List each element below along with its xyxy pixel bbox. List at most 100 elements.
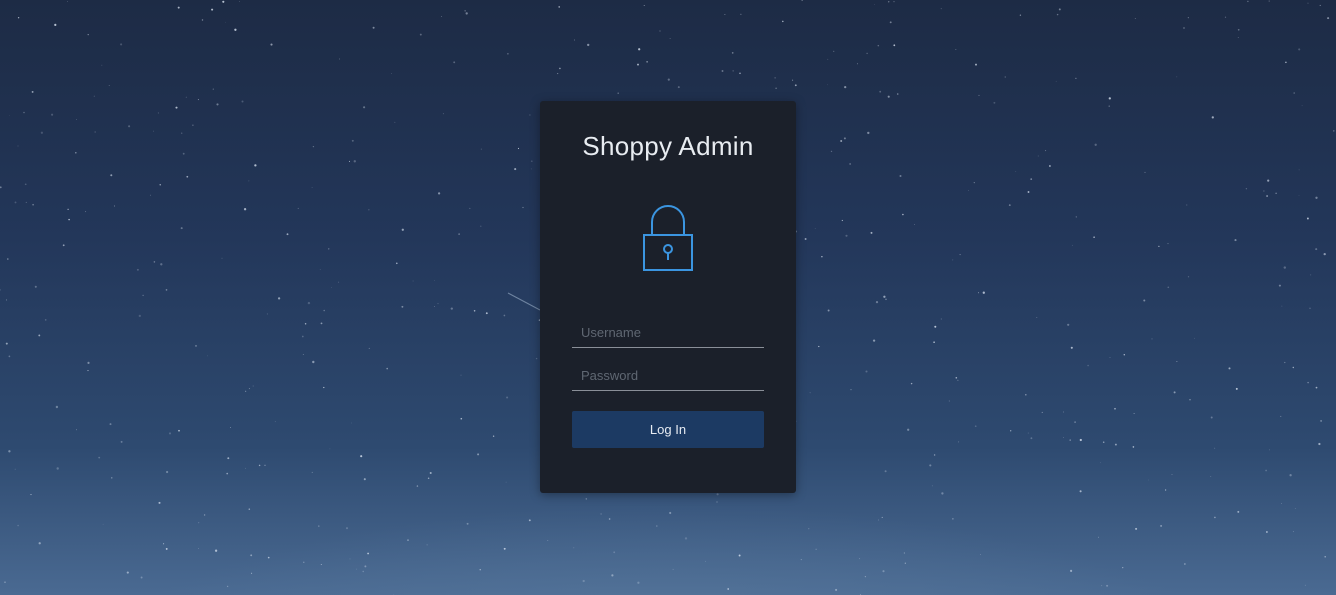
star	[1144, 171, 1146, 173]
star	[94, 131, 96, 133]
star	[1075, 216, 1077, 218]
star	[140, 576, 143, 579]
star	[1135, 527, 1138, 530]
star	[849, 163, 851, 165]
star	[473, 310, 476, 312]
star	[338, 281, 340, 283]
star	[782, 20, 784, 23]
star	[877, 44, 880, 47]
star	[56, 467, 59, 470]
star	[517, 147, 520, 150]
star	[150, 194, 151, 196]
star	[480, 225, 482, 227]
star	[529, 114, 531, 116]
star	[557, 73, 559, 75]
star	[362, 570, 364, 573]
star	[659, 30, 661, 32]
star	[959, 254, 961, 256]
star	[1114, 407, 1116, 410]
star	[102, 523, 104, 525]
star	[893, 44, 896, 47]
star	[248, 388, 250, 390]
star	[14, 468, 16, 470]
star	[120, 43, 123, 46]
star	[329, 448, 331, 450]
star	[865, 370, 868, 373]
star	[153, 130, 155, 132]
star	[637, 581, 640, 584]
star	[1184, 563, 1186, 565]
star	[840, 140, 843, 142]
star	[1278, 284, 1281, 287]
page-title: Shoppy Admin	[582, 131, 754, 161]
star	[903, 552, 905, 554]
star	[230, 426, 232, 428]
star	[238, 1, 240, 2]
star	[437, 192, 441, 195]
star	[320, 563, 322, 566]
star	[394, 121, 396, 123]
star	[1280, 503, 1282, 505]
star	[1309, 307, 1311, 309]
star	[364, 565, 367, 568]
star	[1176, 361, 1178, 363]
star	[1094, 143, 1097, 146]
star	[258, 464, 261, 467]
star	[386, 367, 388, 370]
star	[109, 423, 112, 426]
username-input[interactable]	[572, 318, 764, 348]
star	[885, 298, 887, 301]
star	[311, 471, 313, 473]
star	[277, 297, 281, 300]
star	[1234, 239, 1237, 242]
star	[182, 152, 185, 155]
star	[5, 299, 8, 301]
star	[330, 287, 332, 288]
star	[224, 21, 226, 23]
star	[24, 183, 27, 186]
star	[1015, 171, 1017, 173]
star	[319, 269, 321, 270]
star	[198, 548, 199, 549]
star	[469, 207, 471, 209]
star	[974, 425, 977, 428]
star	[266, 313, 268, 315]
star	[1173, 391, 1176, 394]
star	[168, 432, 172, 435]
star	[1294, 508, 1296, 509]
star	[514, 168, 517, 171]
star	[1143, 299, 1146, 302]
star	[1318, 442, 1321, 446]
star	[1133, 413, 1135, 414]
star	[705, 560, 706, 562]
star	[1307, 2, 1309, 4]
star	[248, 508, 251, 510]
star	[941, 492, 944, 495]
star	[1235, 387, 1238, 390]
star	[416, 485, 419, 487]
star	[547, 540, 549, 541]
password-input[interactable]	[572, 361, 764, 391]
star	[1266, 531, 1268, 533]
star	[1269, 449, 1270, 451]
star	[212, 88, 214, 90]
star	[274, 421, 276, 423]
star	[304, 322, 307, 325]
star	[1036, 317, 1038, 319]
star	[573, 547, 575, 549]
star	[401, 228, 404, 231]
star	[165, 470, 169, 474]
star	[830, 150, 833, 153]
star	[1284, 361, 1286, 364]
star	[441, 16, 443, 17]
star	[933, 454, 936, 456]
star	[1237, 28, 1240, 31]
star	[815, 548, 817, 550]
star	[1008, 204, 1011, 206]
star	[910, 382, 913, 385]
login-button[interactable]: Log In	[572, 411, 764, 448]
star	[85, 211, 87, 213]
star	[982, 291, 985, 294]
star	[1106, 584, 1109, 587]
star	[226, 585, 229, 588]
